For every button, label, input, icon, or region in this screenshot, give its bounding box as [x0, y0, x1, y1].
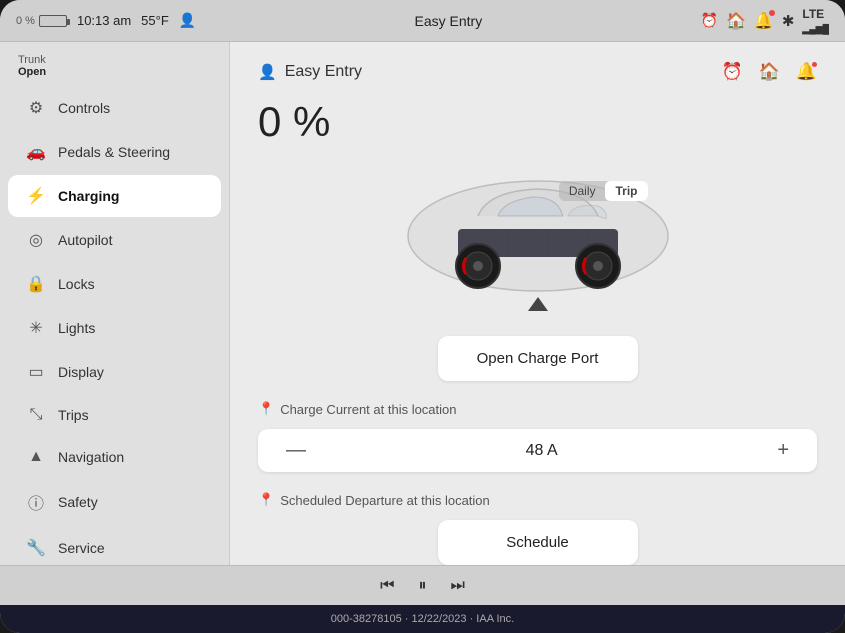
controls-icon: ⚙	[26, 98, 46, 118]
charge-current-label: 📍 Charge Current at this location	[258, 401, 817, 417]
charge-tabs: Daily Trip	[559, 181, 648, 201]
status-bar: 0 % 10:13 am 55°F 👤 Easy Entry ⏰ 🏠 🔔 ✱ L…	[0, 0, 845, 42]
panel-title-text: Easy Entry	[285, 63, 362, 81]
panel-header-icons: ⏰ 🏠 🔔	[721, 62, 817, 82]
main-content: Trunk Open ⚙ Controls 🚗 Pedals & Steerin…	[0, 42, 845, 565]
sidebar-label-controls: Controls	[58, 100, 110, 116]
open-charge-port-button[interactable]: Open Charge Port	[438, 336, 638, 381]
person-icon: 👤	[258, 63, 277, 81]
sidebar-item-display[interactable]: ▭ Display	[8, 351, 221, 393]
sidebar-item-pedals[interactable]: 🚗 Pedals & Steering	[8, 131, 221, 173]
car-viz-container: Daily Trip	[398, 161, 678, 311]
sidebar-item-navigation[interactable]: ▲ Navigation	[8, 437, 221, 477]
charge-percent: 0 %	[258, 98, 817, 146]
status-bar-left: 0 % 10:13 am 55°F 👤	[16, 12, 196, 29]
decrease-current-button[interactable]: —	[278, 439, 314, 462]
tab-daily[interactable]: Daily	[559, 181, 606, 201]
trunk-label: Trunk	[18, 54, 211, 66]
watermark-text: 000-38278105 · 12/22/2023 · IAA Inc.	[331, 613, 514, 625]
sidebar-label-autopilot: Autopilot	[58, 232, 112, 248]
status-bar-title: Easy Entry	[208, 13, 688, 29]
pin-icon-2: 📍	[258, 492, 274, 508]
panel-title: 👤 Easy Entry	[258, 63, 362, 81]
autopilot-icon: ◎	[26, 230, 46, 250]
sidebar-item-controls[interactable]: ⚙ Controls	[8, 87, 221, 129]
sidebar: Trunk Open ⚙ Controls 🚗 Pedals & Steerin…	[0, 42, 230, 565]
playback-controls: ⏮ ⏸ ⏭	[0, 565, 845, 605]
safety-icon: ⓘ	[26, 490, 46, 514]
panel-header: 👤 Easy Entry ⏰ 🏠 🔔	[258, 62, 817, 82]
signal-strength: LTE▂▄▆█	[802, 7, 829, 35]
sidebar-label-pedals: Pedals & Steering	[58, 144, 170, 160]
battery-percent: 0 %	[16, 15, 35, 27]
car-visualization: Daily Trip	[258, 156, 817, 316]
bell-icon-wrapper: 🔔	[754, 11, 774, 31]
sidebar-label-lights: Lights	[58, 320, 95, 336]
sidebar-item-safety[interactable]: ⓘ Safety	[8, 479, 221, 525]
increase-current-button[interactable]: +	[769, 439, 797, 462]
sidebar-item-locks[interactable]: 🔒 Locks	[8, 263, 221, 305]
current-control: — 48 A +	[258, 429, 817, 472]
locks-icon: 🔒	[26, 274, 46, 294]
charge-arrow	[528, 297, 548, 311]
content-panel: 👤 Easy Entry ⏰ 🏠 🔔 0 %	[230, 42, 845, 565]
bluetooth-icon: ✱	[782, 12, 795, 30]
tab-trip[interactable]: Trip	[605, 181, 647, 201]
trunk-status: Open	[18, 66, 211, 78]
navigation-icon: ▲	[26, 448, 46, 466]
temp-display: 55°F	[141, 13, 169, 28]
sidebar-label-trips: Trips	[58, 407, 89, 423]
sidebar-item-lights[interactable]: ✳ Lights	[8, 307, 221, 349]
pedals-icon: 🚗	[26, 142, 46, 162]
prev-button[interactable]: ⏮	[380, 577, 394, 595]
home-icon: 🏠	[726, 11, 746, 31]
trips-icon: ⤡	[26, 406, 46, 424]
sidebar-label-safety: Safety	[58, 494, 98, 510]
status-icons: ⏰ 🏠 🔔 ✱ LTE▂▄▆█	[701, 7, 829, 35]
scheduled-departure-label: 📍 Scheduled Departure at this location	[258, 492, 817, 508]
time-display: 10:13 am	[77, 13, 131, 28]
alarm-icon-wrapper: ⏰	[701, 12, 718, 29]
driver-icon: 👤	[179, 12, 196, 29]
bell-notification-dot	[769, 10, 775, 16]
sidebar-item-autopilot[interactable]: ◎ Autopilot	[8, 219, 221, 261]
scheduled-departure-text: Scheduled Departure at this location	[280, 493, 490, 508]
sidebar-label-display: Display	[58, 364, 104, 380]
sidebar-label-service: Service	[58, 540, 105, 556]
sidebar-label-locks: Locks	[58, 276, 95, 292]
sidebar-item-service[interactable]: 🔧 Service	[8, 527, 221, 565]
battery-indicator: 0 %	[16, 15, 67, 27]
alarm-icon: ⏰	[701, 12, 718, 28]
sidebar-item-trips[interactable]: ⤡ Trips	[8, 395, 221, 435]
home-panel-icon[interactable]: 🏠	[759, 62, 780, 82]
sidebar-label-navigation: Navigation	[58, 449, 124, 465]
pause-button[interactable]: ⏸	[418, 577, 426, 595]
lights-icon: ✳	[26, 318, 46, 338]
next-button[interactable]: ⏭	[451, 577, 465, 595]
battery-bar	[39, 15, 67, 27]
sidebar-item-charging[interactable]: ⚡ Charging	[8, 175, 221, 217]
bell-panel-dot	[812, 62, 817, 67]
service-icon: 🔧	[26, 538, 46, 558]
sidebar-label-charging: Charging	[58, 188, 119, 204]
watermark: 000-38278105 · 12/22/2023 · IAA Inc.	[0, 605, 845, 633]
current-value: 48 A	[314, 442, 769, 460]
alarm-panel-icon[interactable]: ⏰	[721, 62, 742, 82]
pin-icon: 📍	[258, 401, 274, 417]
trunk-info: Trunk Open	[0, 50, 229, 86]
display-icon: ▭	[26, 362, 46, 382]
schedule-button[interactable]: Schedule	[438, 520, 638, 565]
charging-icon: ⚡	[26, 186, 46, 206]
charge-current-text: Charge Current at this location	[280, 402, 456, 417]
bell-panel-icon[interactable]: 🔔	[796, 62, 817, 82]
